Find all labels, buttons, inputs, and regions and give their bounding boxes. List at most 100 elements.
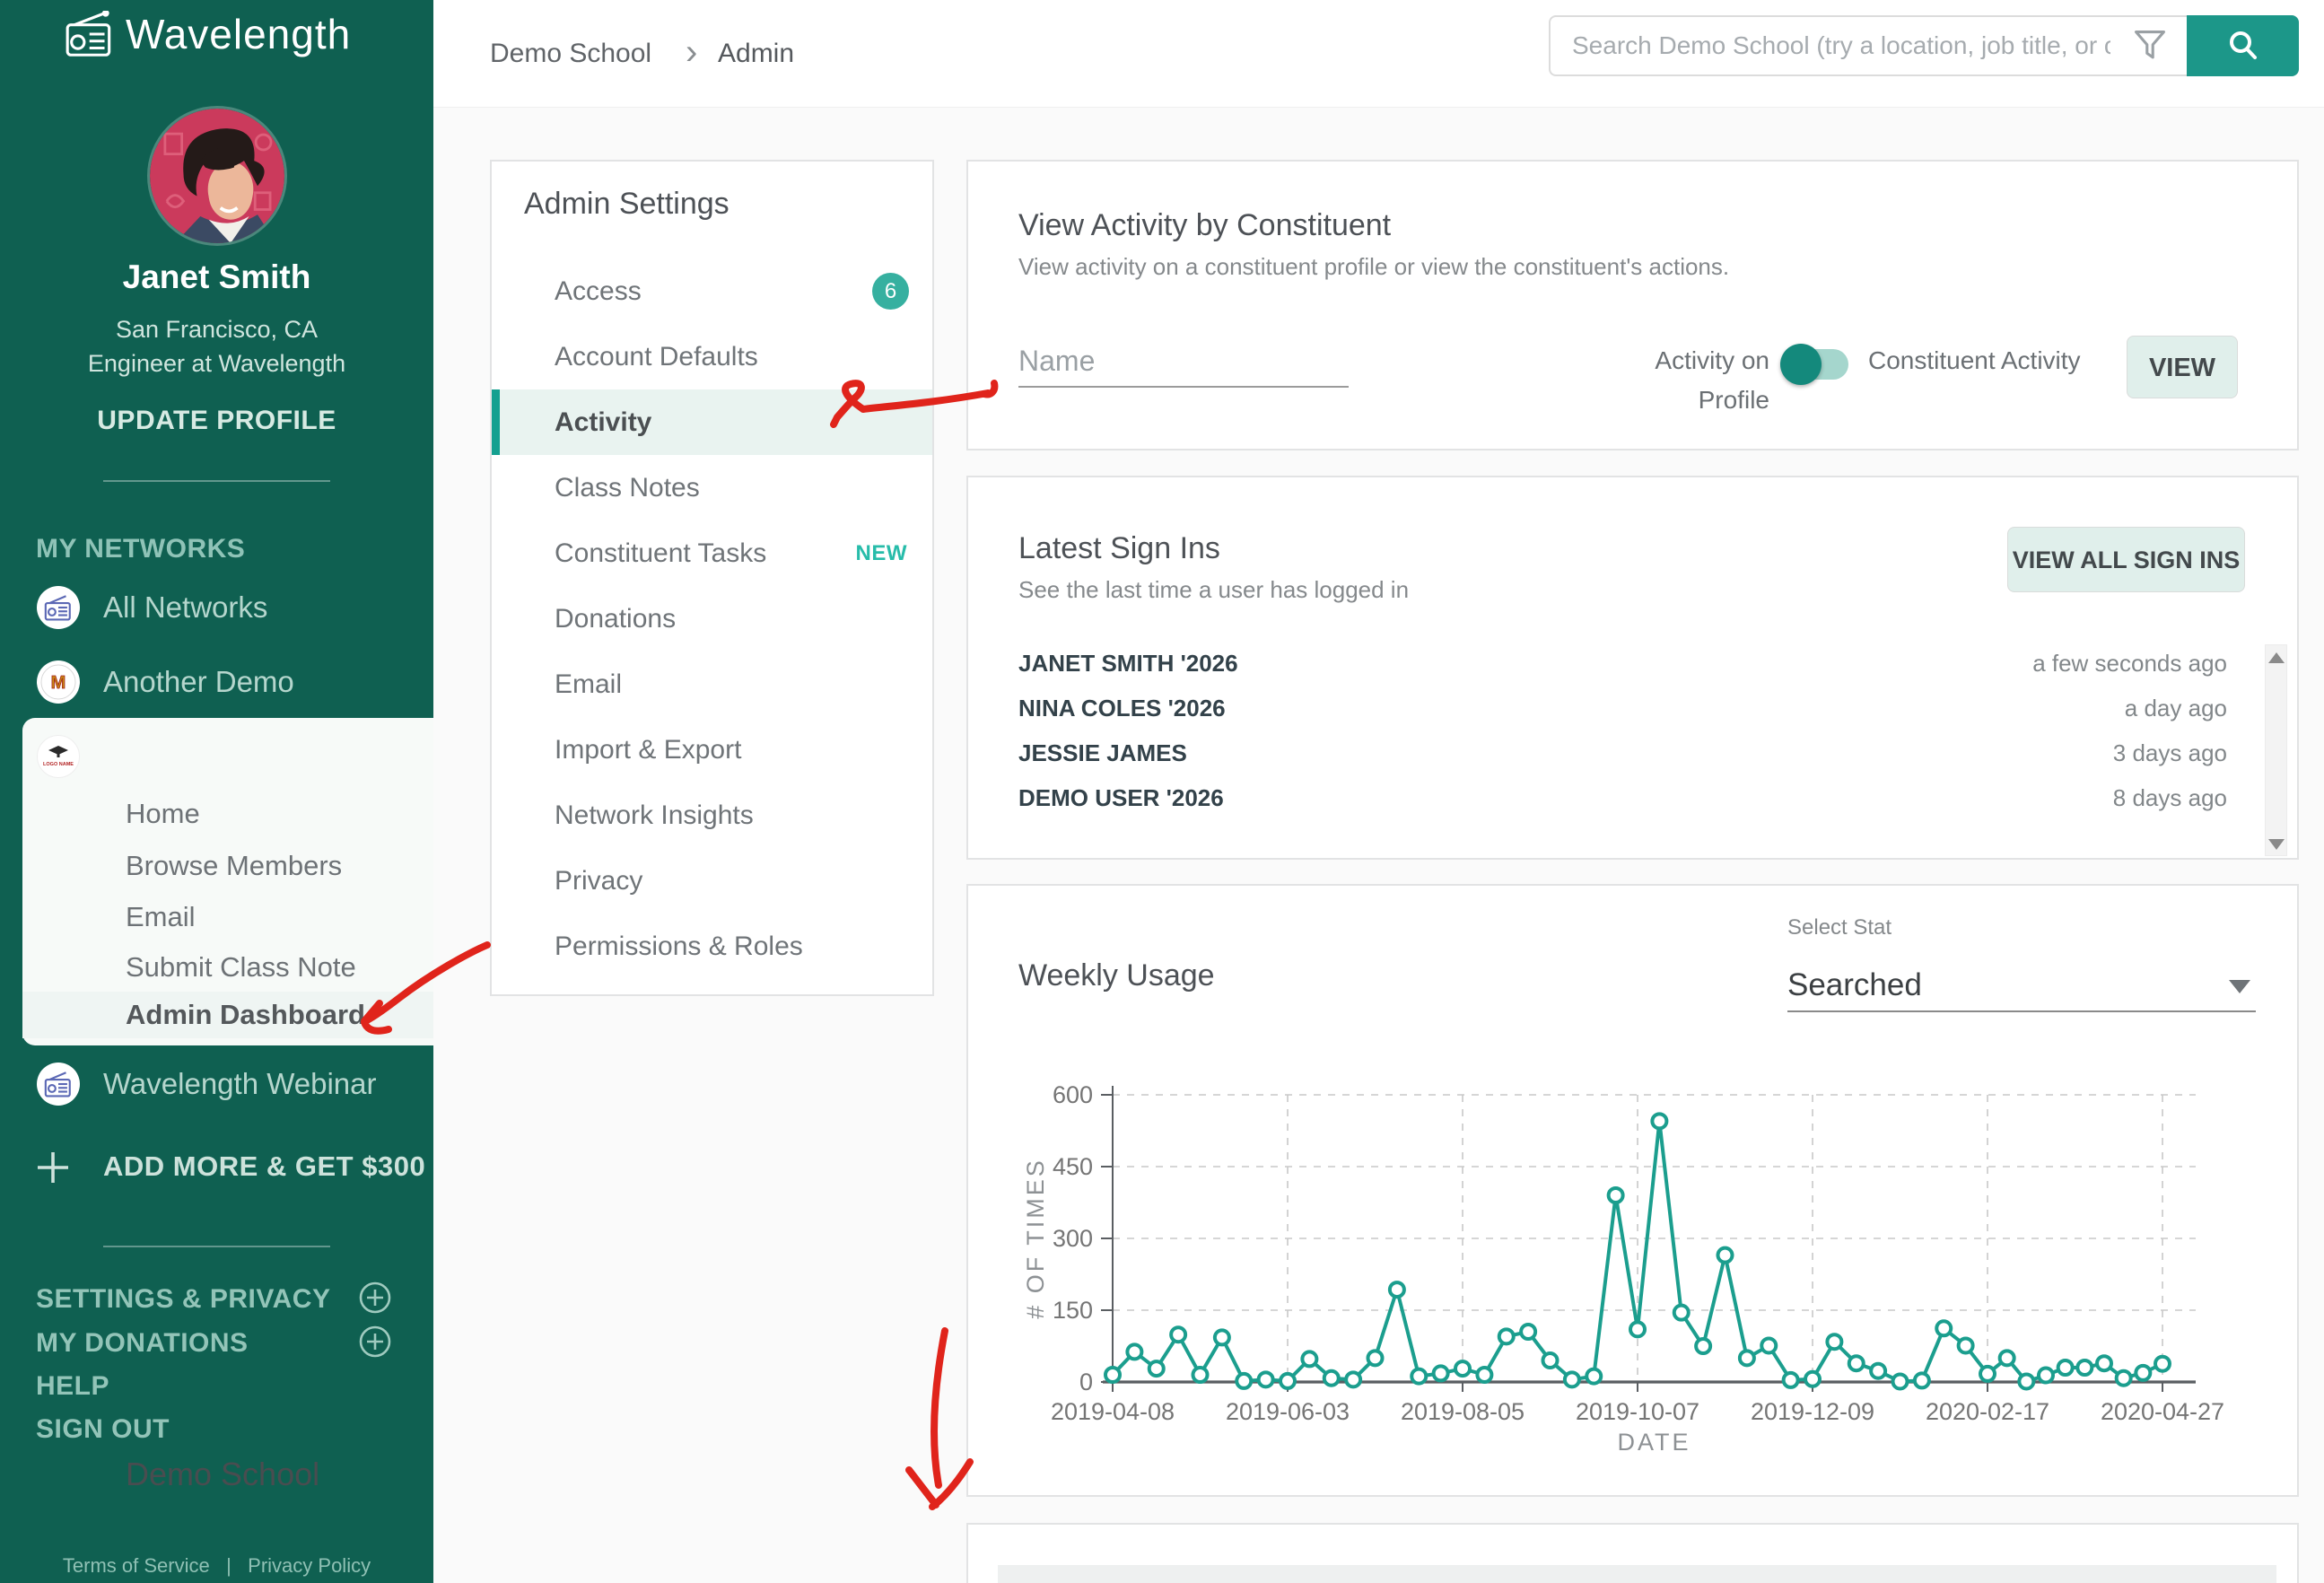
profile-name: Janet Smith (122, 258, 311, 295)
sidebar-item-help[interactable]: HELP (36, 1368, 395, 1405)
sign-in-row-name[interactable]: NINA COLES '2026 (1018, 686, 1647, 730)
radio-icon (37, 586, 80, 629)
svg-text:2019-10-07: 2019-10-07 (1576, 1398, 1699, 1425)
menu-item-donations[interactable]: Donations (492, 586, 932, 652)
svg-text:# OF TIMES: # OF TIMES (1022, 1158, 1049, 1319)
sign-in-row-time: 3 days ago (2112, 739, 2227, 766)
admin-settings-card: Admin Settings Access 6 Account Defaults … (490, 160, 934, 996)
scroll-up-icon[interactable] (2267, 652, 2285, 663)
access-count-badge: 6 (872, 273, 909, 310)
menu-item-network-insights[interactable]: Network Insights (492, 783, 932, 848)
sign-in-row-time: a few seconds ago (2032, 650, 2227, 677)
menu-item-access[interactable]: Access 6 (492, 258, 932, 324)
svg-text:2019-08-05: 2019-08-05 (1401, 1398, 1525, 1425)
sidebar-divider (103, 480, 330, 482)
weekly-usage-card: Weekly Usage Select Stat Searched 0 150 30… (966, 884, 2299, 1497)
sidebar-item-home[interactable]: Home (103, 791, 433, 837)
view-button[interactable]: VIEW (2127, 336, 2238, 398)
scroll-down-icon[interactable] (2267, 839, 2285, 850)
svg-text:150: 150 (1053, 1297, 1093, 1324)
admin-settings-menu: Access 6 Account Defaults Activity Class … (492, 258, 932, 979)
search-button[interactable] (2187, 15, 2299, 76)
menu-item-class-notes[interactable]: Class Notes (492, 455, 932, 520)
sidebar-item-wavelength-webinar[interactable]: Wavelength Webinar (103, 1063, 377, 1106)
stat-select[interactable]: Searched (1787, 965, 2254, 1006)
menu-item-activity[interactable]: Activity (492, 389, 932, 455)
menu-item-constituent-tasks[interactable]: Constituent Tasks NEW (492, 520, 932, 586)
svg-text:M: M (51, 673, 66, 693)
search-placeholder-text: Search Demo School (try a location, job … (1572, 31, 2110, 59)
svg-text:LOGO NAME: LOGO NAME (43, 762, 74, 767)
svg-text:2019-06-03: 2019-06-03 (1226, 1398, 1350, 1425)
svg-text:2020-04-27: 2020-04-27 (2101, 1398, 2224, 1425)
sidebar: Wavelength Janet Smith San Francisco, CA… (0, 0, 433, 1583)
toggle-right-label: Constituent Activity (1868, 346, 2081, 374)
svg-text:2019-12-09: 2019-12-09 (1751, 1398, 1874, 1425)
sidebar-item-sign-out[interactable]: SIGN OUT (36, 1411, 395, 1448)
sign-ins-title: Latest Sign Ins (1018, 531, 1220, 565)
menu-item-permissions-roles[interactable]: Permissions & Roles (492, 914, 932, 979)
school-logo-icon: LOGO NAME (37, 735, 80, 778)
radio-logo-icon (66, 11, 111, 57)
terms-of-service-link[interactable]: Terms of Service (63, 1554, 210, 1577)
footer-divider: | (226, 1554, 232, 1577)
privacy-policy-link[interactable]: Privacy Policy (248, 1554, 371, 1577)
sign-in-row-name[interactable]: JANET SMITH '2026 (1018, 641, 1647, 686)
toggle-left-label: Activity on Profile (1655, 346, 1769, 414)
sign-in-row-name[interactable]: DEMO USER '2026 (1018, 775, 1647, 820)
menu-item-import-export[interactable]: Import & Export (492, 717, 932, 783)
view-all-sign-ins-button[interactable]: VIEW ALL SIGN INS (2007, 527, 2245, 592)
view-activity-title: View Activity by Constituent (1018, 208, 1392, 242)
app-logo-text[interactable]: Wavelength (126, 9, 413, 59)
profile-location: San Francisco, CA (115, 316, 319, 343)
menu-item-email[interactable]: Email (492, 652, 932, 717)
admin-settings-title: Admin Settings (524, 187, 730, 221)
svg-text:300: 300 (1053, 1225, 1093, 1252)
select-underline (1787, 1010, 2256, 1012)
menu-item-privacy[interactable]: Privacy (492, 848, 932, 914)
breadcrumb-parent[interactable]: Demo School (490, 0, 651, 108)
avatar-image (150, 109, 284, 243)
view-activity-card: View Activity by Constituent View activi… (966, 160, 2299, 450)
chevron-down-icon[interactable] (2229, 980, 2250, 993)
menu-item-account-defaults[interactable]: Account Defaults (492, 324, 932, 389)
breadcrumb-chevron-icon: › (686, 32, 698, 72)
sidebar-item-settings-privacy[interactable]: SETTINGS & PRIVACY (36, 1281, 395, 1318)
sidebar-item-all-networks[interactable]: All Networks (103, 586, 267, 629)
crest-icon: M (37, 660, 80, 704)
latest-sign-ins-card: Latest Sign Ins See the last time a user… (966, 476, 2299, 860)
scrollbar[interactable] (2265, 644, 2287, 856)
name-input[interactable]: Name (1018, 345, 1288, 384)
plus-circle-icon[interactable] (358, 1281, 392, 1315)
svg-text:0: 0 (1079, 1369, 1093, 1395)
sidebar-item-admin-dashboard[interactable]: Admin Dashboard (22, 992, 433, 1038)
page: Wavelength Janet Smith San Francisco, CA… (0, 0, 2324, 1583)
svg-text:DATE: DATE (1617, 1429, 1691, 1456)
svg-text:2020-02-17: 2020-02-17 (1926, 1398, 2049, 1425)
plus-circle-icon[interactable] (358, 1325, 392, 1359)
sidebar-item-submit-class-note[interactable]: Submit Class Note (103, 944, 433, 991)
sidebar-item-my-donations[interactable]: MY DONATIONS (36, 1325, 395, 1362)
sidebar-item-browse-members[interactable]: Browse Members (103, 843, 433, 889)
svg-text:2019-04-08: 2019-04-08 (1051, 1398, 1175, 1425)
sidebar-footer: Terms of Service | Privacy Policy (0, 1554, 433, 1578)
avatar[interactable] (147, 106, 287, 246)
sign-in-row-name[interactable]: JESSIE JAMES (1018, 730, 1647, 775)
sidebar-item-email[interactable]: Email (103, 894, 433, 940)
filter-funnel-icon[interactable] (2134, 30, 2166, 62)
add-more-button[interactable]: ADD MORE & GET $300 (103, 1145, 426, 1188)
sidebar-item-demo-school[interactable]: Demo School (126, 1453, 422, 1496)
sidebar-divider (103, 1246, 330, 1247)
profile-role: Engineer at Wavelength (87, 350, 346, 377)
svg-text:600: 600 (1053, 1081, 1093, 1108)
next-section-card (966, 1523, 2299, 1583)
placeholder-bar (998, 1565, 2276, 1583)
radio-icon (37, 1063, 80, 1106)
plus-icon (38, 1152, 68, 1183)
update-profile-button[interactable]: UPDATE PROFILE (0, 406, 433, 436)
activity-toggle-knob[interactable] (1780, 344, 1822, 385)
sidebar-item-another-demo[interactable]: Another Demo (103, 660, 294, 704)
weekly-usage-title: Weekly Usage (1018, 958, 1215, 993)
sign-in-row-time: 8 days ago (2112, 784, 2227, 811)
my-networks-heading: MY NETWORKS (36, 534, 246, 564)
